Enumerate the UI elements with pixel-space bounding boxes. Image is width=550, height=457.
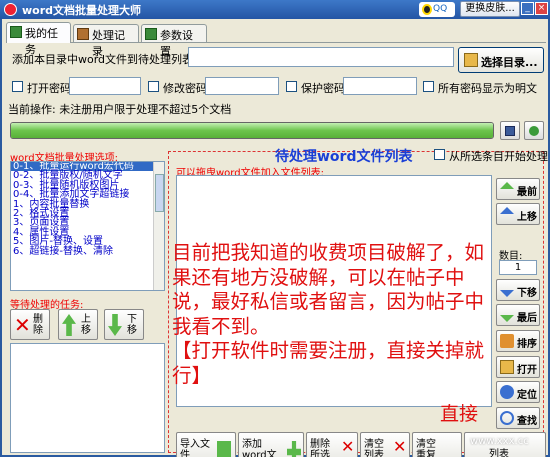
protect-password-checkbox[interactable] (286, 81, 297, 92)
add-directory-label: 添加本目录中word文件到待处理列表: (12, 53, 197, 66)
title-bar: word文档批量处理大师 QQ交谈 更换皮肤... _ × (0, 0, 550, 29)
find-button[interactable]: 查找 (496, 407, 540, 429)
minimize-button[interactable]: _ (521, 2, 534, 15)
download-icon (529, 126, 539, 136)
option-item[interactable]: 6、超链接-替换、清除 (11, 246, 164, 256)
clear-list-button[interactable]: 清空列表 ✕ (360, 432, 410, 457)
delete-x-icon: ✕ (341, 437, 355, 456)
import-icon (217, 441, 231, 457)
import-files-button[interactable]: 导入文件 (176, 432, 236, 457)
up-label: 上移 (81, 314, 91, 336)
tab-my-tasks[interactable]: 我的任务 (6, 22, 71, 56)
start-from-selected-checkbox[interactable] (434, 149, 445, 160)
modify-password-checkbox[interactable] (148, 81, 159, 92)
tab-panel-border (6, 42, 546, 43)
top-label: 最前 (517, 187, 537, 198)
arrow-top-icon (500, 182, 514, 189)
message-line: 说，最好私信或者留言，因为帖子中 (172, 290, 485, 313)
move-top-button[interactable]: 最前 (496, 178, 540, 200)
delete-x-icon: ✕ (14, 313, 31, 337)
show-plain-label: 所有密码显示为明文 (438, 82, 537, 95)
select-directory-button[interactable]: 选择目录... (458, 47, 544, 73)
progress-fill (11, 123, 493, 138)
settings-icon (145, 28, 157, 40)
close-button[interactable]: × (535, 2, 548, 15)
open-password-label: 打开密码: (27, 82, 75, 95)
qq-penguin-icon (422, 4, 432, 15)
delete-label: 删除 (33, 314, 43, 336)
open-password-checkbox[interactable] (12, 81, 23, 92)
task-up-button[interactable]: 上移 (58, 309, 98, 340)
select-directory-label: 选择目录... (481, 56, 538, 69)
modify-password-input[interactable] (205, 77, 279, 95)
protect-password-input[interactable] (343, 77, 417, 95)
clear-duplicates-label: 清空重复 (416, 439, 436, 457)
start-from-selected-label: 从所选条目开始处理 (449, 150, 548, 163)
overlay-tail: 直接 (440, 403, 479, 425)
message-line: 行】 (172, 363, 212, 387)
task-icon (10, 26, 22, 38)
window-title: word文档批量处理大师 (22, 4, 142, 17)
qq-chat-button[interactable]: QQ交谈 (419, 2, 455, 29)
watermark: www.xxx.cc (470, 436, 529, 447)
import-files-label: 导入文件 (180, 439, 210, 457)
delete-selected-label: 删除所选 (310, 439, 330, 457)
status-text: 当前操作: 未注册用户限于处理不超过5个文档 (8, 103, 232, 116)
message-line: 目前把我知道的收费项目破解了，如 (172, 241, 485, 264)
clear-list-label: 清空列表 (364, 439, 384, 457)
down-label: 下移 (127, 314, 137, 336)
options-scrollbar[interactable] (153, 162, 164, 290)
locate-label: 定位 (517, 390, 537, 401)
move-up-button[interactable]: 上移 (496, 203, 540, 225)
overlay-message: 目前把我知道的收费项目破解了，如 果还有地方没破解，可以在帖子中 说，最好私信或… (172, 241, 550, 388)
options-list[interactable]: 0-1、批量运行word宏代码 0-2、批量版权/随机文字 0-3、批量随机版权… (10, 161, 165, 291)
find-label: 查找 (517, 416, 537, 427)
save-icon (505, 126, 515, 136)
list-label: 列表 (489, 449, 509, 457)
protect-password-label: 保护密码: (301, 82, 349, 95)
app-logo-icon (4, 3, 17, 16)
folder-icon (464, 53, 478, 67)
arrow-up-icon (62, 314, 76, 336)
arrow-down-icon (108, 314, 122, 336)
up-label: 上移 (517, 212, 537, 223)
change-skin-button[interactable]: 更换皮肤... (460, 1, 520, 17)
message-line: 【打开软件时需要注册，直接关掉就 (172, 339, 485, 362)
save-button[interactable] (500, 121, 520, 140)
briefcase-icon (77, 28, 89, 40)
modify-password-label: 修改密码: (163, 82, 211, 95)
progress-bar (10, 122, 494, 139)
open-password-input[interactable] (69, 77, 141, 95)
show-plain-checkbox[interactable] (423, 81, 434, 92)
message-line: 我看不到。 (172, 314, 270, 338)
delete-task-button[interactable]: ✕ 删除 (10, 309, 50, 340)
download-button[interactable] (524, 121, 544, 140)
main-window: 我的任务 处理记录 参数设置 添加本目录中word文件到待处理列表: 选择目录.… (2, 19, 550, 457)
add-word-files-label: 添加word文件 (242, 439, 277, 457)
tab-settings[interactable]: 参数设置 (141, 24, 207, 58)
delete-selected-button[interactable]: 删除所选 ✕ (306, 432, 358, 457)
directory-path-input[interactable] (188, 47, 454, 67)
file-list-title: 待处理word文件列表 (275, 149, 413, 165)
plus-icon (287, 441, 301, 457)
arrow-up-icon (500, 207, 514, 214)
waiting-task-list[interactable] (10, 343, 165, 453)
task-down-button[interactable]: 下移 (104, 309, 144, 340)
clear-duplicates-button[interactable]: 清空重复 (412, 432, 462, 457)
clear-x-icon: ✕ (393, 437, 407, 456)
tab-history[interactable]: 处理记录 (73, 24, 139, 58)
message-line: 果还有地方没破解，可以在帖子中 (172, 265, 465, 289)
scrollbar-thumb[interactable] (155, 174, 164, 212)
add-word-files-button[interactable]: 添加word文件 (238, 432, 304, 457)
search-icon (500, 411, 514, 425)
